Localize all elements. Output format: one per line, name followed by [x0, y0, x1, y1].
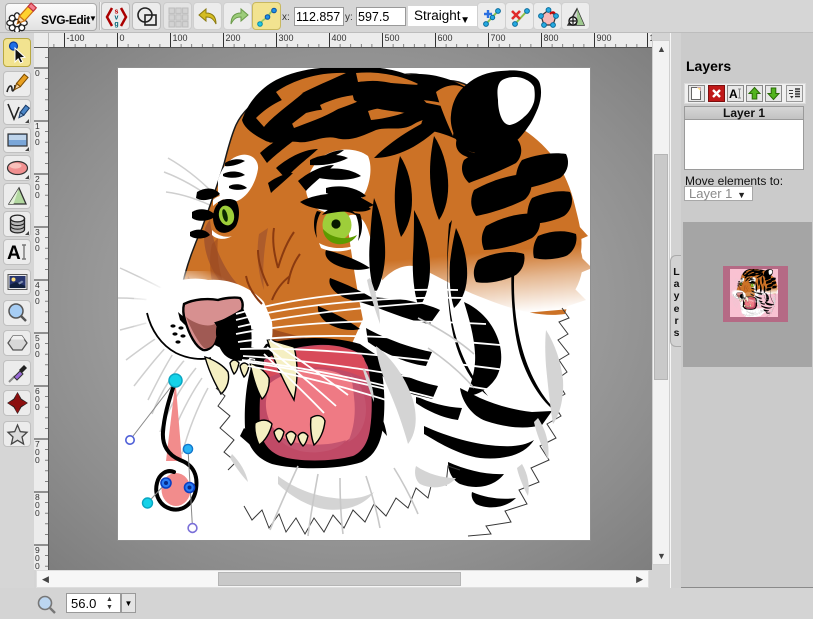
svg-text:g: g	[114, 21, 118, 28]
svg-text:200: 200	[226, 33, 241, 43]
svg-text:300: 300	[279, 33, 294, 43]
svg-text:-100: -100	[67, 33, 85, 43]
svg-text:0: 0	[35, 508, 40, 518]
svg-text:0: 0	[35, 349, 40, 359]
svg-text:0: 0	[35, 243, 40, 253]
svg-text:0: 0	[35, 190, 40, 200]
svg-text:0: 0	[35, 68, 40, 78]
svg-text:0: 0	[35, 455, 40, 465]
svg-text:0: 0	[35, 137, 40, 147]
svg-text:A: A	[729, 87, 738, 101]
svg-text:400: 400	[332, 33, 347, 43]
svg-text:0: 0	[120, 33, 125, 43]
svg-text:0: 0	[35, 402, 40, 412]
svg-text:A: A	[7, 243, 21, 264]
svg-text:700: 700	[491, 33, 506, 43]
svg-text:500: 500	[385, 33, 400, 43]
svg-text:600: 600	[438, 33, 453, 43]
svg-text:0: 0	[35, 296, 40, 306]
svg-text:100: 100	[173, 33, 188, 43]
svg-text:0: 0	[35, 561, 40, 570]
svg-text:900: 900	[597, 33, 612, 43]
svg-text:800: 800	[544, 33, 559, 43]
